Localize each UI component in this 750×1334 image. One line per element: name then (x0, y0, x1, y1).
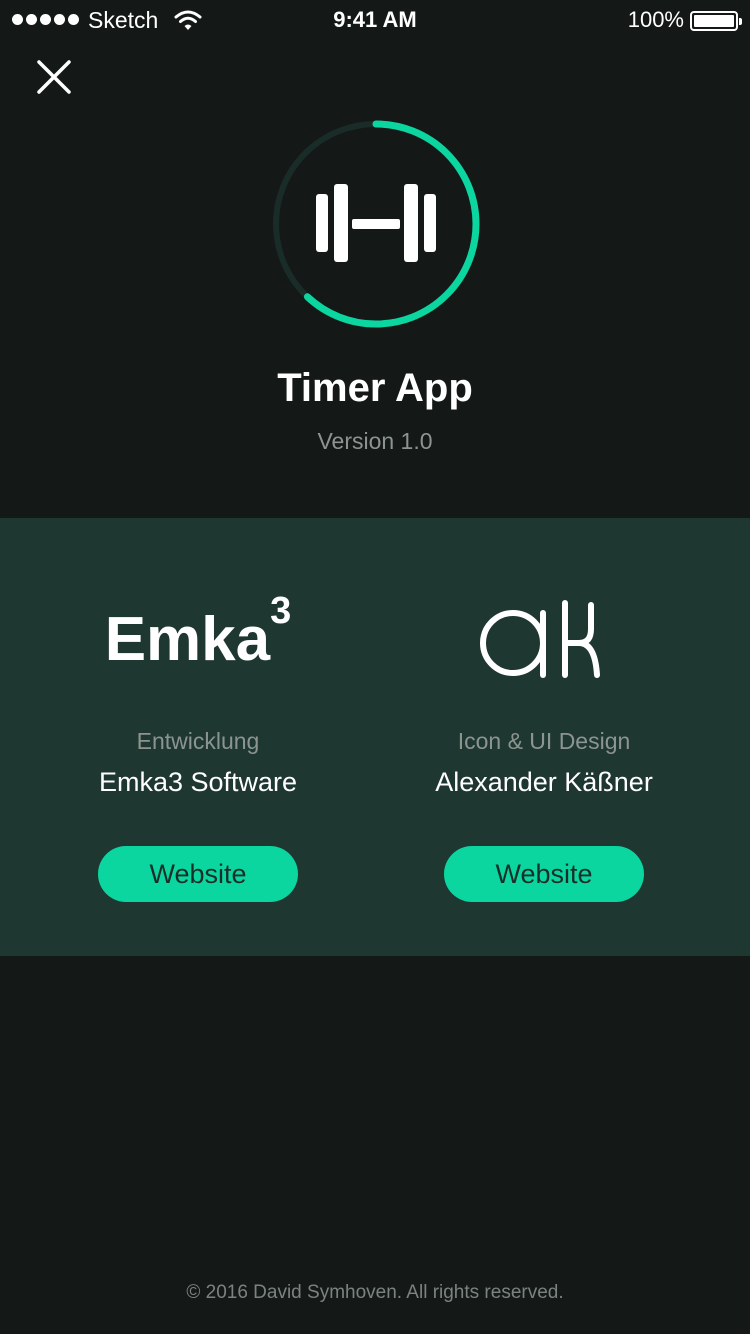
app-version: Version 1.0 (317, 428, 433, 454)
credit-designer: Icon & UI Design Alexander Käßner Websit… (368, 518, 743, 956)
dumbbell-icon (316, 184, 436, 262)
battery-percentage: 100% (627, 7, 684, 32)
status-bar: Sketch 9:41 AM 100% (0, 0, 750, 40)
close-button[interactable] (30, 56, 78, 100)
credit-role: Entwicklung (136, 728, 260, 754)
close-icon (37, 60, 71, 94)
app-icon (272, 120, 480, 328)
app-title: Timer App (277, 366, 473, 410)
credit-name: Emka3 Software (98, 767, 298, 797)
battery-icon (690, 11, 742, 31)
credit-name: Alexander Käßner (435, 767, 653, 797)
credits-section: Emka3 Entwicklung Emka3 Software Website… (0, 518, 750, 956)
credit-developer: Emka3 Entwicklung Emka3 Software Website (22, 518, 397, 956)
ak-logo (368, 594, 720, 684)
designer-website-button[interactable]: Website (444, 846, 644, 902)
copyright-footer: © 2016 David Symhoven. All rights reserv… (186, 1282, 564, 1303)
developer-website-button[interactable]: Website (98, 846, 298, 902)
emka-logo: Emka3 (104, 589, 292, 674)
credit-role: Icon & UI Design (457, 728, 631, 754)
